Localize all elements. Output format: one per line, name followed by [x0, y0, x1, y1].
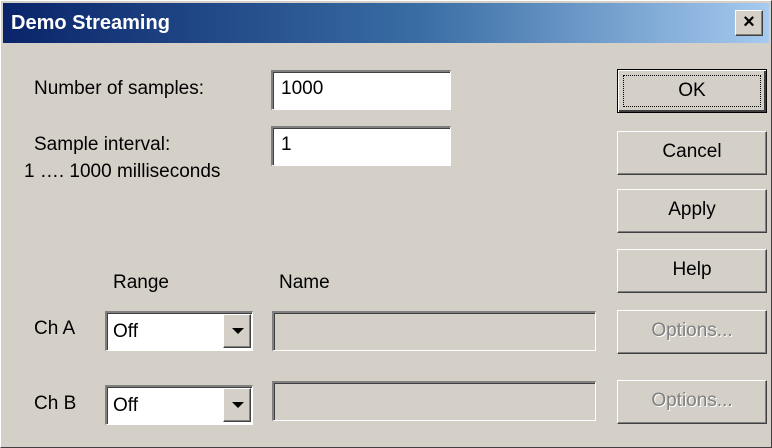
chevron-down-icon[interactable]	[223, 388, 251, 422]
channel-b-label: Ch B	[34, 393, 77, 414]
channel-a-options-button[interactable]: Options...	[617, 310, 767, 354]
chevron-down-icon[interactable]	[223, 314, 251, 348]
close-button[interactable]: ×	[735, 10, 763, 36]
channel-a-name-input[interactable]	[272, 311, 596, 351]
interval-input[interactable]: 1	[271, 126, 451, 166]
dialog-window: Demo Streaming × Number of samples: 1000…	[0, 0, 772, 448]
channel-a-range-value: Off	[113, 321, 138, 342]
apply-button[interactable]: Apply	[617, 189, 767, 233]
interval-hint: 1 …. 1000 milliseconds	[24, 161, 221, 182]
help-button[interactable]: Help	[617, 249, 767, 293]
interval-label: Sample interval:	[34, 134, 171, 155]
window-title: Demo Streaming	[11, 12, 170, 34]
name-header: Name	[279, 272, 330, 293]
channel-b-name-input[interactable]	[272, 381, 596, 421]
ok-button[interactable]: OK	[617, 69, 767, 113]
close-icon: ×	[743, 11, 755, 33]
channel-a-range-select[interactable]: Off	[105, 311, 253, 351]
cancel-button[interactable]: Cancel	[617, 131, 767, 175]
title-bar[interactable]: Demo Streaming ×	[3, 3, 769, 43]
range-header: Range	[113, 272, 169, 293]
samples-label: Number of samples:	[34, 78, 205, 99]
channel-b-options-button[interactable]: Options...	[617, 380, 767, 424]
channel-a-label: Ch A	[34, 318, 76, 339]
samples-input[interactable]: 1000	[271, 70, 451, 110]
ok-focus-rect: OK	[623, 75, 761, 107]
channel-b-range-value: Off	[113, 395, 138, 416]
channel-b-range-select[interactable]: Off	[105, 385, 253, 425]
